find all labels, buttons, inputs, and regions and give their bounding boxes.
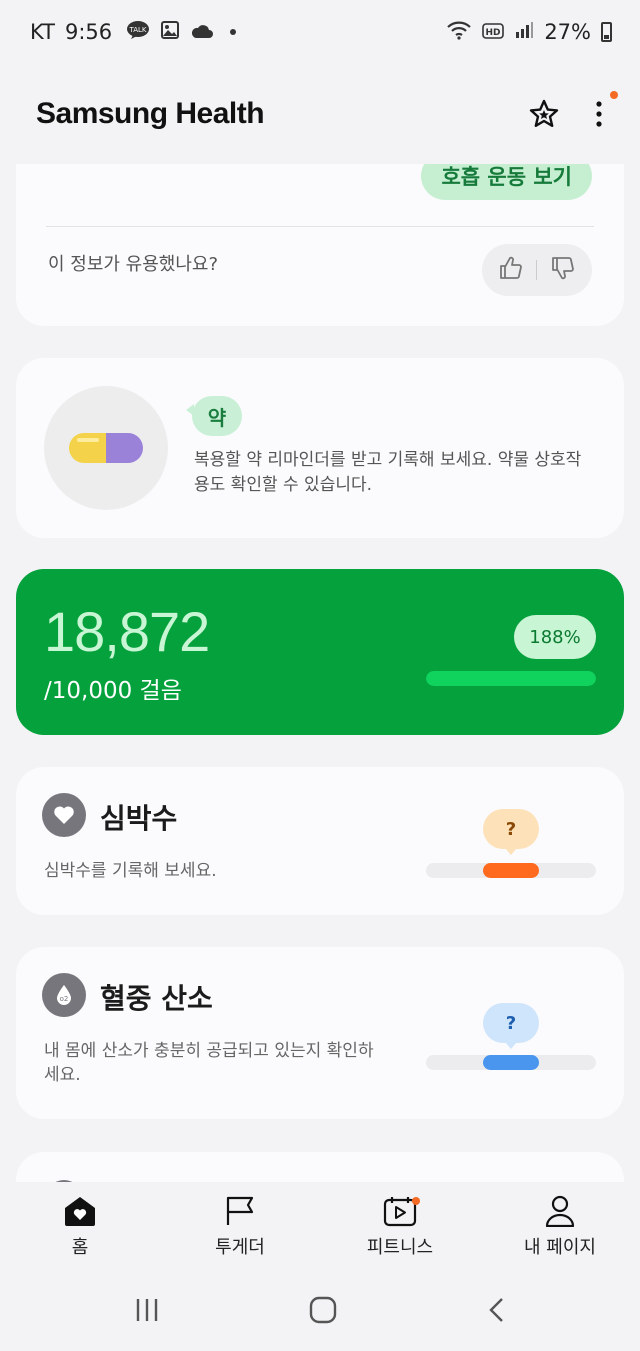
- steps-goal: /10,000 걸음: [44, 678, 182, 704]
- back-button[interactable]: [486, 1296, 506, 1328]
- fitness-notification-dot: [412, 1197, 420, 1205]
- nav-my-page[interactable]: 내 페이지: [490, 1195, 630, 1259]
- system-navigation: [0, 1272, 640, 1351]
- star-icon: [529, 99, 559, 127]
- home-heart-icon: [65, 1197, 95, 1226]
- divider: [46, 226, 594, 227]
- home-button[interactable]: [309, 1296, 337, 1328]
- svg-text:TALK: TALK: [129, 26, 147, 34]
- nav-home-label: 홈: [71, 1237, 89, 1258]
- heart-icon: [42, 793, 86, 837]
- heart-rate-range-bar: [426, 863, 596, 878]
- back-chevron-icon: [488, 1297, 503, 1322]
- blood-oxygen-card[interactable]: o2 혈중 산소 내 몸에 산소가 충분히 공급되고 있는지 확인하세요. ?: [16, 947, 624, 1119]
- blood-drop-icon: o2: [42, 973, 86, 1017]
- kakaotalk-icon: TALK: [126, 20, 150, 45]
- steps-progress-fill: [426, 671, 596, 686]
- home-circle-icon: [309, 1296, 337, 1323]
- view-breathing-button[interactable]: 호흡 운동 보기: [421, 164, 592, 200]
- app-header: Samsung Health: [0, 64, 640, 164]
- more-notifications-dot: [230, 29, 237, 35]
- blood-oxygen-range-bar: [426, 1055, 596, 1070]
- svg-text:o2: o2: [60, 995, 69, 1003]
- battery-icon: [601, 22, 612, 42]
- home-feed[interactable]: 호흡 운동 보기 이 정보가 유용했나요? 약 복용할 약 리마인더를 받고 기…: [0, 164, 640, 1182]
- wifi-icon: [446, 19, 472, 46]
- bottom-navigation: 홈 투게더 피트니스 내 페이지: [0, 1182, 640, 1272]
- blood-oxygen-title: 혈중 산소: [100, 982, 213, 1015]
- medication-badge: 약: [186, 396, 242, 436]
- steps-percent-badge: 188%: [514, 615, 596, 659]
- next-card[interactable]: [16, 1152, 624, 1182]
- nav-my-page-label: 내 페이지: [524, 1237, 596, 1258]
- gallery-icon: [160, 20, 180, 45]
- clock: 9:56: [64, 20, 113, 44]
- status-bar: KT 9:56 TALK HD 27%: [0, 0, 640, 64]
- heart-rate-title: 심박수: [100, 802, 178, 835]
- pill-illustration: [44, 386, 168, 510]
- hd-icon: HD: [482, 20, 505, 44]
- nav-together[interactable]: 투게더: [170, 1195, 310, 1259]
- medication-description: 복용할 약 리마인더를 받고 기록해 보세요. 약물 상호작용도 확인할 수 있…: [194, 450, 582, 495]
- signal-icon: [514, 20, 534, 44]
- more-options-button[interactable]: [594, 91, 618, 129]
- cloud-icon: [190, 20, 214, 44]
- thumbs-up-button[interactable]: [498, 255, 524, 285]
- pill-icon: [69, 433, 143, 463]
- thumbs-up-icon: [500, 256, 523, 279]
- notification-dot: [610, 91, 618, 99]
- heart-rate-range-marker: [483, 863, 539, 878]
- blood-oxygen-unknown-bubble: ?: [483, 1003, 539, 1049]
- feedback-buttons: [482, 244, 592, 296]
- flag-icon: [226, 1196, 254, 1225]
- nav-fitness-label: 피트니스: [366, 1237, 434, 1258]
- medication-card[interactable]: 약 복용할 약 리마인더를 받고 기록해 보세요. 약물 상호작용도 확인할 수…: [16, 358, 624, 538]
- thumbs-down-button[interactable]: [550, 255, 576, 285]
- nav-together-label: 투게더: [215, 1237, 265, 1258]
- app-title: Samsung Health: [36, 97, 265, 130]
- feedback-question: 이 정보가 유용했나요?: [48, 254, 219, 275]
- separator: [536, 260, 538, 280]
- heart-rate-unknown-bubble: ?: [483, 809, 539, 855]
- battery-percent: 27%: [544, 20, 591, 44]
- blood-oxygen-range-marker: [483, 1055, 539, 1070]
- steps-count: 18,872: [44, 600, 210, 663]
- nav-fitness[interactable]: 피트니스: [330, 1195, 470, 1259]
- nav-home[interactable]: 홈: [10, 1195, 150, 1259]
- more-vertical-icon: [596, 101, 602, 127]
- favorites-button[interactable]: [528, 98, 560, 130]
- steps-card[interactable]: 18,872 /10,000 걸음 188%: [16, 569, 624, 735]
- recent-apps-icon: [137, 1298, 158, 1321]
- blood-oxygen-description: 내 몸에 산소가 충분히 공급되고 있는지 확인하세요.: [44, 1041, 374, 1085]
- heart-rate-description: 심박수를 기록해 보세요.: [44, 861, 217, 881]
- heart-rate-card[interactable]: 심박수 심박수를 기록해 보세요. ?: [16, 767, 624, 915]
- svg-text:HD: HD: [486, 28, 501, 38]
- thumbs-down-icon: [551, 257, 574, 280]
- steps-progress-bar: [426, 671, 596, 686]
- person-icon: [545, 1195, 575, 1227]
- recent-apps-button[interactable]: [134, 1297, 160, 1327]
- carrier-label: KT: [30, 20, 55, 44]
- breathing-card: 호흡 운동 보기 이 정보가 유용했나요?: [16, 164, 624, 326]
